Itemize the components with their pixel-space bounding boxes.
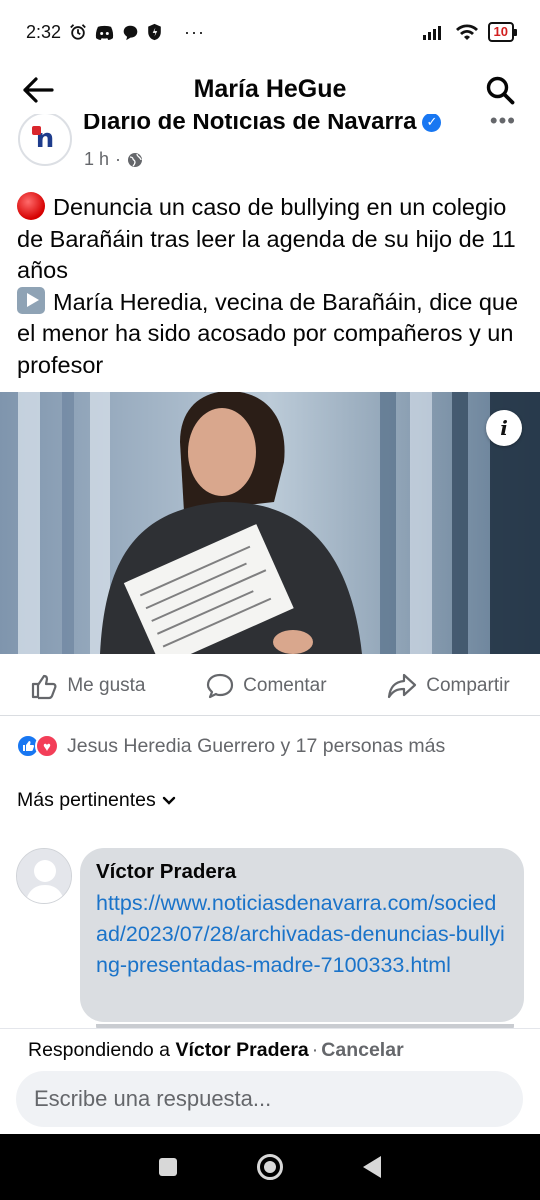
replying-prefix: Respondiendo a xyxy=(28,1039,171,1061)
globe-icon xyxy=(128,152,143,167)
shield-icon xyxy=(148,23,161,41)
back-arrow-icon xyxy=(23,77,54,103)
share-label: Compartir xyxy=(426,674,510,696)
comment-button[interactable]: Comentar xyxy=(206,672,327,700)
default-avatar-icon xyxy=(17,849,71,903)
system-back-button[interactable] xyxy=(363,1156,381,1178)
red-circle-emoji-icon xyxy=(17,192,45,220)
share-icon xyxy=(388,673,417,698)
like-label: Me gusta xyxy=(67,674,146,696)
home-button[interactable] xyxy=(257,1154,283,1180)
page-title: María HeGue xyxy=(193,74,347,103)
play-button-emoji-icon xyxy=(17,286,45,314)
post-actions: Me gusta Comentar Compartir xyxy=(0,656,540,716)
discord-icon xyxy=(95,25,114,40)
like-button[interactable]: Me gusta xyxy=(30,672,145,700)
page-name: Diario de Noticias de Navarra xyxy=(83,114,417,135)
verified-badge-icon: ✓ xyxy=(422,114,442,132)
post-time[interactable]: 1 h xyxy=(84,149,109,170)
post-text-paragraph-2: María Heredia, vecina de Barañáin, dice … xyxy=(17,286,527,382)
chevron-down-icon xyxy=(162,796,175,805)
replying-to: Respondiendo a Víctor Pradera · Cancelar xyxy=(28,1039,404,1062)
system-nav-bar xyxy=(0,1134,540,1200)
post-meta: 1 h · xyxy=(84,149,143,170)
reactions-summary[interactable]: ♥ Jesus Heredia Guerrero y 17 personas m… xyxy=(16,732,445,760)
comment-bubble[interactable]: Víctor Pradera https://www.noticiasdenav… xyxy=(80,848,524,1022)
search-button[interactable] xyxy=(482,72,518,108)
post-text: Denuncia un caso de bullying en un coleg… xyxy=(17,192,527,381)
status-overflow: ··· xyxy=(184,21,206,42)
status-time: 2:32 xyxy=(26,21,62,42)
reactions-text: Jesus Heredia Guerrero y 17 personas más xyxy=(67,734,446,757)
battery-icon: 10 xyxy=(487,22,518,42)
page-avatar[interactable]: n xyxy=(18,114,72,166)
top-app-bar: María HeGue xyxy=(0,64,540,114)
comment-label: Comentar xyxy=(243,674,327,696)
post-header: n Diario de Noticias de Navarra ✓ 1 h · … xyxy=(0,114,540,174)
cancel-reply-button[interactable]: Cancelar xyxy=(321,1039,403,1061)
more-icon[interactable]: ••• xyxy=(490,114,516,132)
thumbs-up-icon xyxy=(32,674,57,699)
post-photo[interactable]: i xyxy=(0,392,540,654)
share-button[interactable]: Compartir xyxy=(387,673,510,699)
reaction-icons: ♥ xyxy=(16,734,59,758)
signal-icon xyxy=(422,26,441,40)
search-icon xyxy=(486,76,515,105)
comment-link[interactable]: https://www.noticiasdenavarra.com/socied… xyxy=(96,888,508,981)
comment-icon xyxy=(207,673,234,698)
reply-input[interactable] xyxy=(16,1071,523,1127)
recents-button[interactable] xyxy=(159,1158,177,1176)
post-text-paragraph-1: Denuncia un caso de bullying en un coleg… xyxy=(17,192,527,287)
comment-sort-dropdown[interactable]: Más pertinentes xyxy=(17,789,176,812)
post-text-line-1: Denuncia un caso de bullying en un coleg… xyxy=(17,194,516,283)
replying-target: Víctor Pradera xyxy=(175,1039,309,1061)
chat-bubble-icon xyxy=(123,25,138,40)
meta-separator: · xyxy=(115,149,122,169)
page-logo: n xyxy=(31,124,55,154)
comment-author[interactable]: Víctor Pradera xyxy=(96,860,508,884)
info-icon[interactable]: i xyxy=(486,410,522,446)
back-button[interactable] xyxy=(20,72,56,108)
sort-label: Más pertinentes xyxy=(17,789,156,811)
status-bar: 2:32 ··· 10 xyxy=(0,0,540,64)
page-name-link[interactable]: Diario de Noticias de Navarra ✓ xyxy=(83,114,442,136)
reply-separator: · xyxy=(311,1039,319,1061)
love-reaction-icon: ♥ xyxy=(35,734,59,758)
photo-illustration xyxy=(0,392,540,654)
avatar[interactable] xyxy=(16,848,72,904)
alarm-icon xyxy=(70,24,86,40)
reply-panel: Respondiendo a Víctor Pradera · Cancelar xyxy=(0,1028,540,1134)
wifi-icon xyxy=(455,24,478,40)
post-text-line-2: María Heredia, vecina de Barañáin, dice … xyxy=(17,288,519,378)
